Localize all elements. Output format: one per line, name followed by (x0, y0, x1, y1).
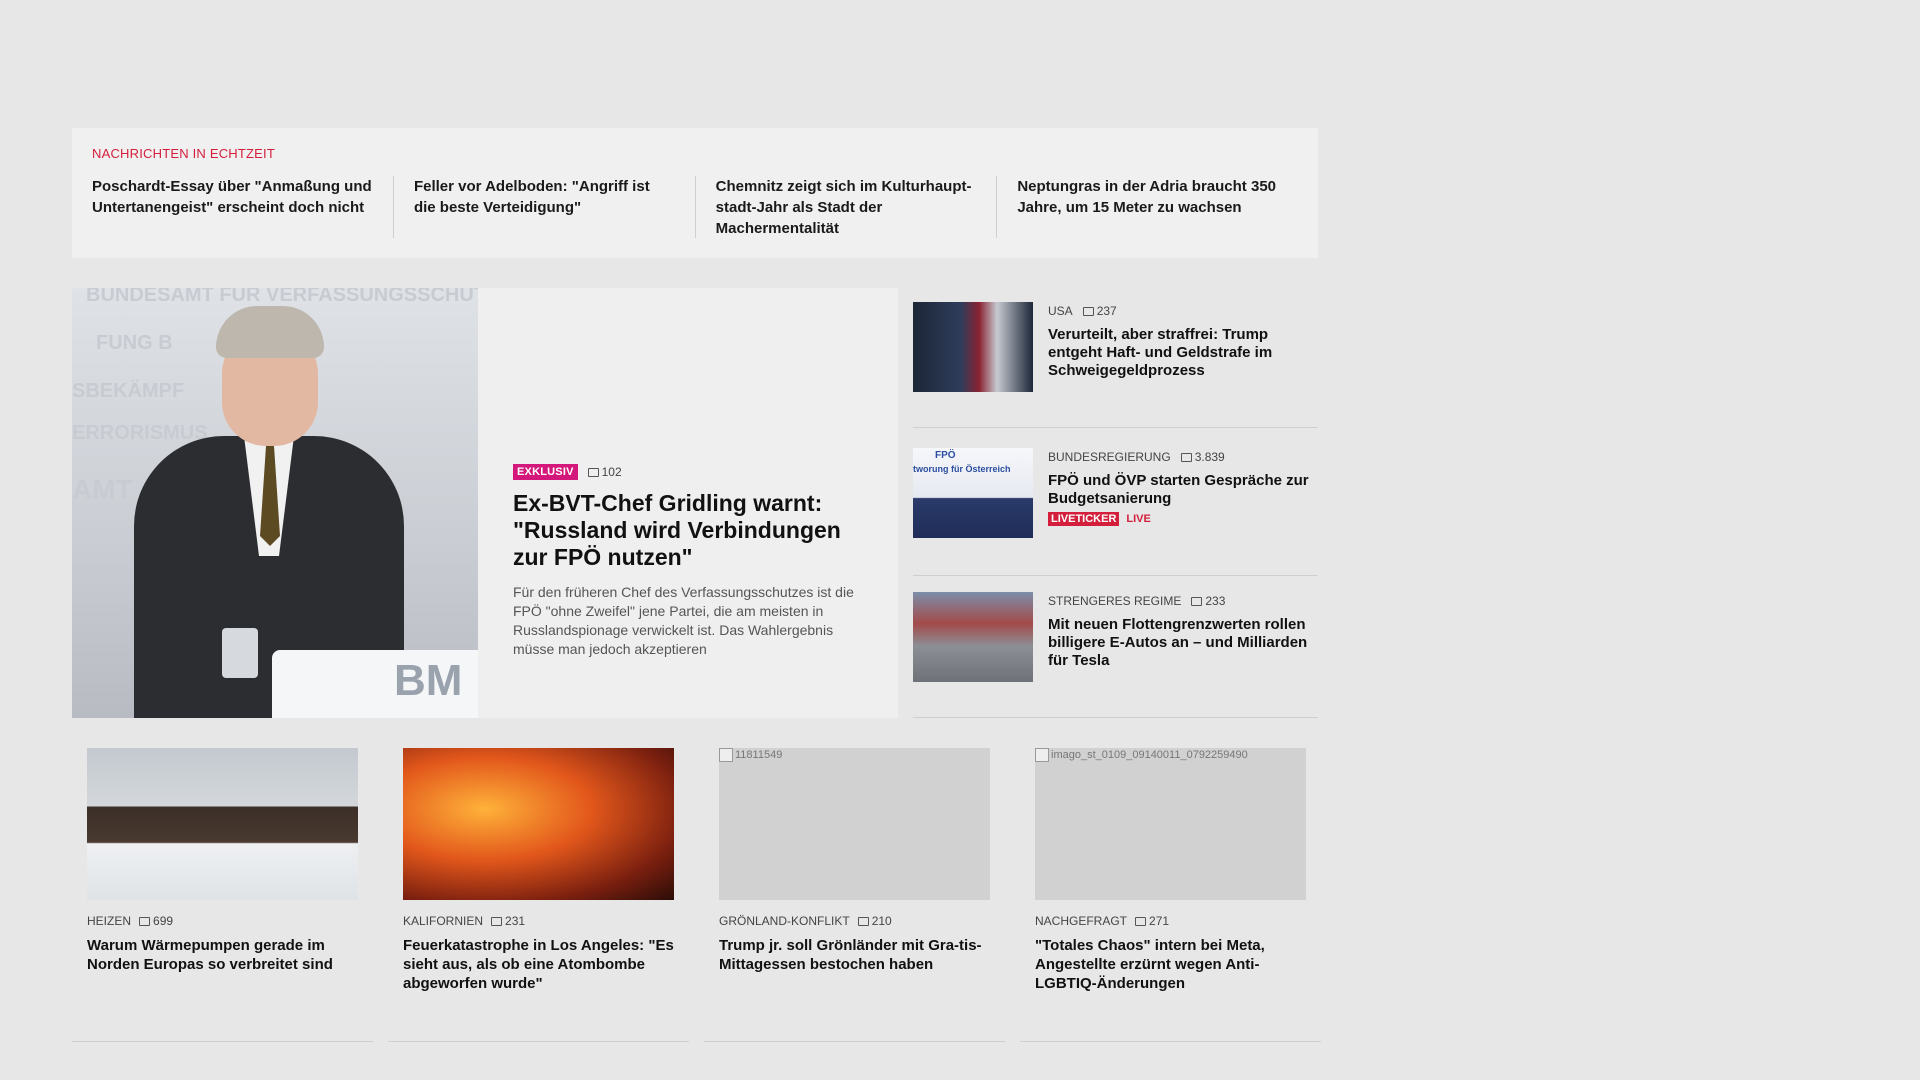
hero-teaser: Für den früheren Chef des Verfassungssch… (513, 584, 854, 657)
broken-image-icon (719, 748, 733, 762)
article-category: KALIFORNIEN (403, 914, 484, 928)
hero-image-text: SBEKÄMPF (72, 380, 185, 402)
article-thumbnail: FPÖ tworung für Österreich (913, 448, 1033, 538)
liveticker-badge: LIVETICKER (1048, 512, 1120, 526)
comment-icon (1135, 916, 1147, 926)
ticker-heading: NACHRICHTEN IN ECHTZEIT (92, 146, 275, 161)
comment-count[interactable]: 271 (1149, 914, 1169, 928)
article-title[interactable]: "Totales Chaos" intern bei Meta, Angeste… (1035, 936, 1306, 993)
article-title[interactable]: Mit neuen Flottengrenzwerten rollen bill… (1048, 616, 1318, 670)
ticker-item[interactable]: Feller vor Adelboden: "Angriff ist die b… (392, 176, 695, 238)
comment-count[interactable]: 102 (602, 465, 622, 479)
article-image (403, 748, 674, 900)
article-image (87, 748, 358, 900)
article-title[interactable]: Feuerkatastrophe in Los Angeles: "Es sie… (403, 936, 674, 993)
comment-count[interactable]: 231 (505, 914, 525, 928)
hero-image-text: BUNDESAMT FÜR VERFASSUNGSSCHUTZ UND (86, 288, 478, 306)
comment-icon (587, 467, 599, 477)
article-category: GRÖNLAND-KONFLIKT (719, 914, 850, 928)
ticker-item[interactable]: Chemnitz zeigt sich im Kulturhaupt-stadt… (694, 176, 997, 238)
article-title[interactable]: Trump jr. soll Grönländer mit Gra-tis-Mi… (719, 936, 990, 974)
broken-image-icon (1035, 748, 1049, 762)
comment-icon (1082, 306, 1094, 316)
hero-article[interactable]: BUNDESAMT FÜR VERFASSUNGSSCHUTZ UND FUNG… (72, 288, 898, 718)
hero-image-text: FUNG B (96, 332, 173, 354)
side-article[interactable]: STRENGERES REGIME 233 Mit neuen Flotteng… (913, 576, 1318, 718)
hero-image: BUNDESAMT FÜR VERFASSUNGSSCHUTZ UND FUNG… (72, 288, 478, 718)
article-title[interactable]: Warum Wärmepumpen gerade im Norden Europ… (87, 936, 358, 974)
article-grid: HEIZEN 699 Warum Wärmepumpen gerade im N… (72, 748, 1321, 1042)
comment-icon (857, 916, 869, 926)
comment-icon (1191, 596, 1203, 606)
image-alt-text: imago_st_0109_09140011_0792259490 (1051, 749, 1248, 761)
article-category: USA (1048, 304, 1073, 318)
comment-count[interactable]: 699 (153, 914, 173, 928)
article-card[interactable]: HEIZEN 699 Warum Wärmepumpen gerade im N… (72, 748, 373, 1042)
article-thumbnail (913, 592, 1033, 682)
live-label: LIVE (1126, 513, 1151, 525)
article-card[interactable]: imago_st_0109_09140011_0792259490 NACHGE… (1020, 748, 1321, 1042)
comment-icon (139, 916, 151, 926)
lectern-logo: BM (394, 656, 463, 705)
ticker-item[interactable]: Neptungras in der Adria braucht 350 Jahr… (996, 176, 1298, 238)
article-image: imago_st_0109_09140011_0792259490 (1035, 748, 1306, 900)
comment-count[interactable]: 210 (872, 914, 892, 928)
article-thumbnail (913, 302, 1033, 392)
article-category: BUNDESREGIERUNG (1048, 450, 1171, 464)
article-category: HEIZEN (87, 914, 132, 928)
comment-icon (1180, 452, 1192, 462)
image-alt-text: 11811549 (735, 749, 783, 761)
realtime-news-ticker: NACHRICHTEN IN ECHTZEIT Poschardt-Essay … (72, 128, 1318, 258)
ticker-item[interactable]: Poschardt-Essay über "Anmaßung und Unter… (92, 176, 393, 238)
article-card[interactable]: 11811549 GRÖNLAND-KONFLIKT 210 Trump jr.… (704, 748, 1005, 1042)
thumb-text: tworung für Österreich (913, 464, 1011, 474)
article-title[interactable]: FPÖ und ÖVP starten Gespräche zur Budget… (1048, 472, 1318, 508)
article-category: NACHGEFRAGT (1035, 914, 1128, 928)
hero-image-text: ERRORISMUS (72, 422, 208, 444)
side-articles: USA 237 Verurteilt, aber straffrei: Trum… (913, 288, 1318, 718)
side-article[interactable]: FPÖ tworung für Österreich BUNDESREGIERU… (913, 428, 1318, 576)
hero-title[interactable]: Ex-BVT-Chef Gridling warnt: "Russland wi… (513, 490, 858, 571)
article-card[interactable]: KALIFORNIEN 231 Feuerkatastrophe in Los … (388, 748, 689, 1042)
comment-count[interactable]: 233 (1205, 594, 1225, 608)
thumb-text: FPÖ (935, 450, 956, 461)
comment-icon (491, 916, 503, 926)
article-image: 11811549 (719, 748, 990, 900)
comment-count[interactable]: 237 (1097, 304, 1117, 318)
side-article[interactable]: USA 237 Verurteilt, aber straffrei: Trum… (913, 288, 1318, 428)
comment-count[interactable]: 3.839 (1195, 450, 1225, 464)
article-category: STRENGERES REGIME (1048, 594, 1182, 608)
article-title[interactable]: Verurteilt, aber straffrei: Trump entgeh… (1048, 326, 1318, 380)
exklusiv-badge: EXKLUSIV (513, 464, 578, 480)
hero-image-text: AMT (72, 474, 133, 505)
